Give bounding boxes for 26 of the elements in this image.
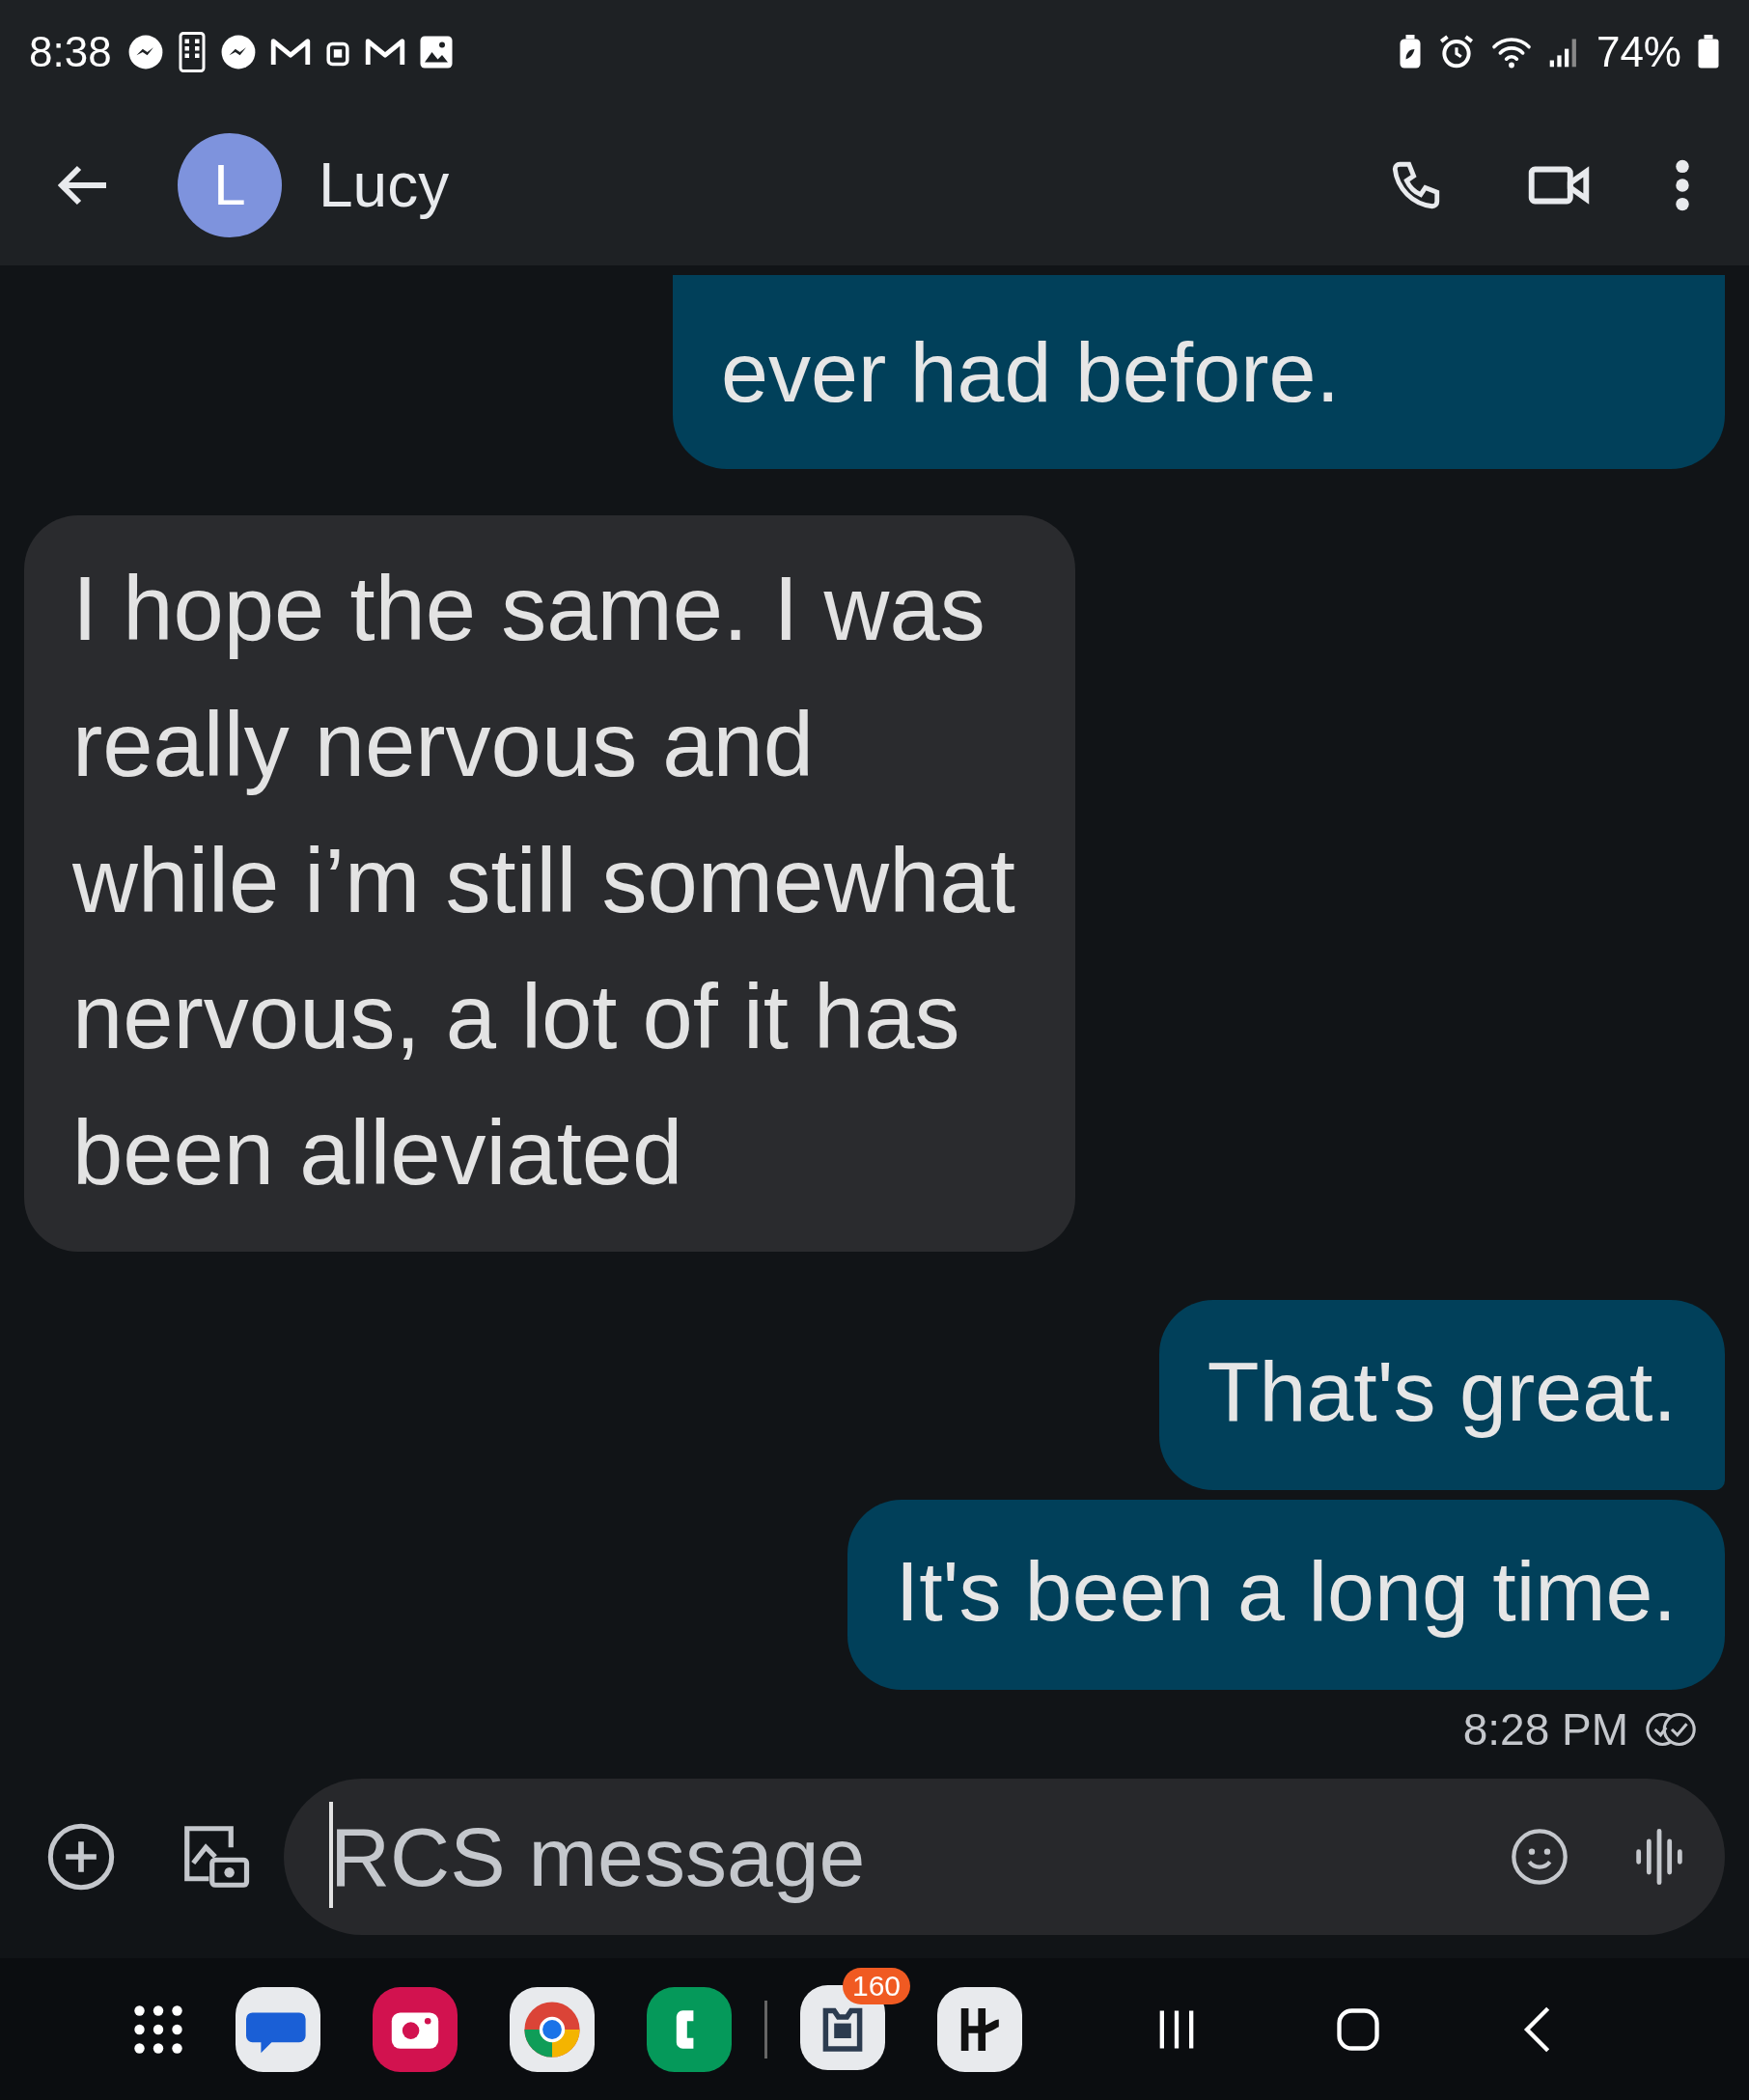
chat-bubble-app-icon[interactable] xyxy=(236,1986,320,2072)
messenger-icon xyxy=(126,34,164,70)
contact-name[interactable]: Lucy xyxy=(319,149,450,221)
wifi-icon xyxy=(1489,35,1533,69)
battery-percent: 74% xyxy=(1596,28,1681,76)
notification-badge: 160 xyxy=(843,1967,911,2004)
message-timestamp: 8:28 PM xyxy=(1462,1703,1628,1755)
phone-app-icon[interactable] xyxy=(647,1986,732,2072)
browser-app-icon[interactable] xyxy=(510,1986,595,2072)
emoji-icon[interactable] xyxy=(1509,1826,1570,1888)
image-icon xyxy=(418,35,454,69)
message-input-field[interactable]: RCS message xyxy=(330,1809,1447,1905)
camera-app-icon[interactable] xyxy=(373,1986,458,2072)
battery-icon xyxy=(1697,35,1720,69)
message-bubble[interactable]: I hope the same. I was really nervous and while i’m still somewhat nervous, a lot of it has been alleviated xyxy=(24,515,1075,1252)
more-options-icon[interactable] xyxy=(1674,157,1691,212)
message-bubble[interactable]: It's been a long time. xyxy=(847,1500,1725,1690)
message-bubble[interactable]: ever had before. xyxy=(673,275,1725,469)
message-composer[interactable]: RCS message xyxy=(284,1779,1725,1935)
message-bubble[interactable]: That's great. xyxy=(1158,1300,1725,1490)
status-time: 8:38 xyxy=(29,28,112,76)
h-app-icon[interactable] xyxy=(937,1986,1022,2072)
app-grid-icon[interactable] xyxy=(133,2003,183,2055)
phone-grid-icon xyxy=(177,32,207,72)
alarm-icon xyxy=(1437,34,1475,70)
messenger-icon xyxy=(219,34,257,70)
